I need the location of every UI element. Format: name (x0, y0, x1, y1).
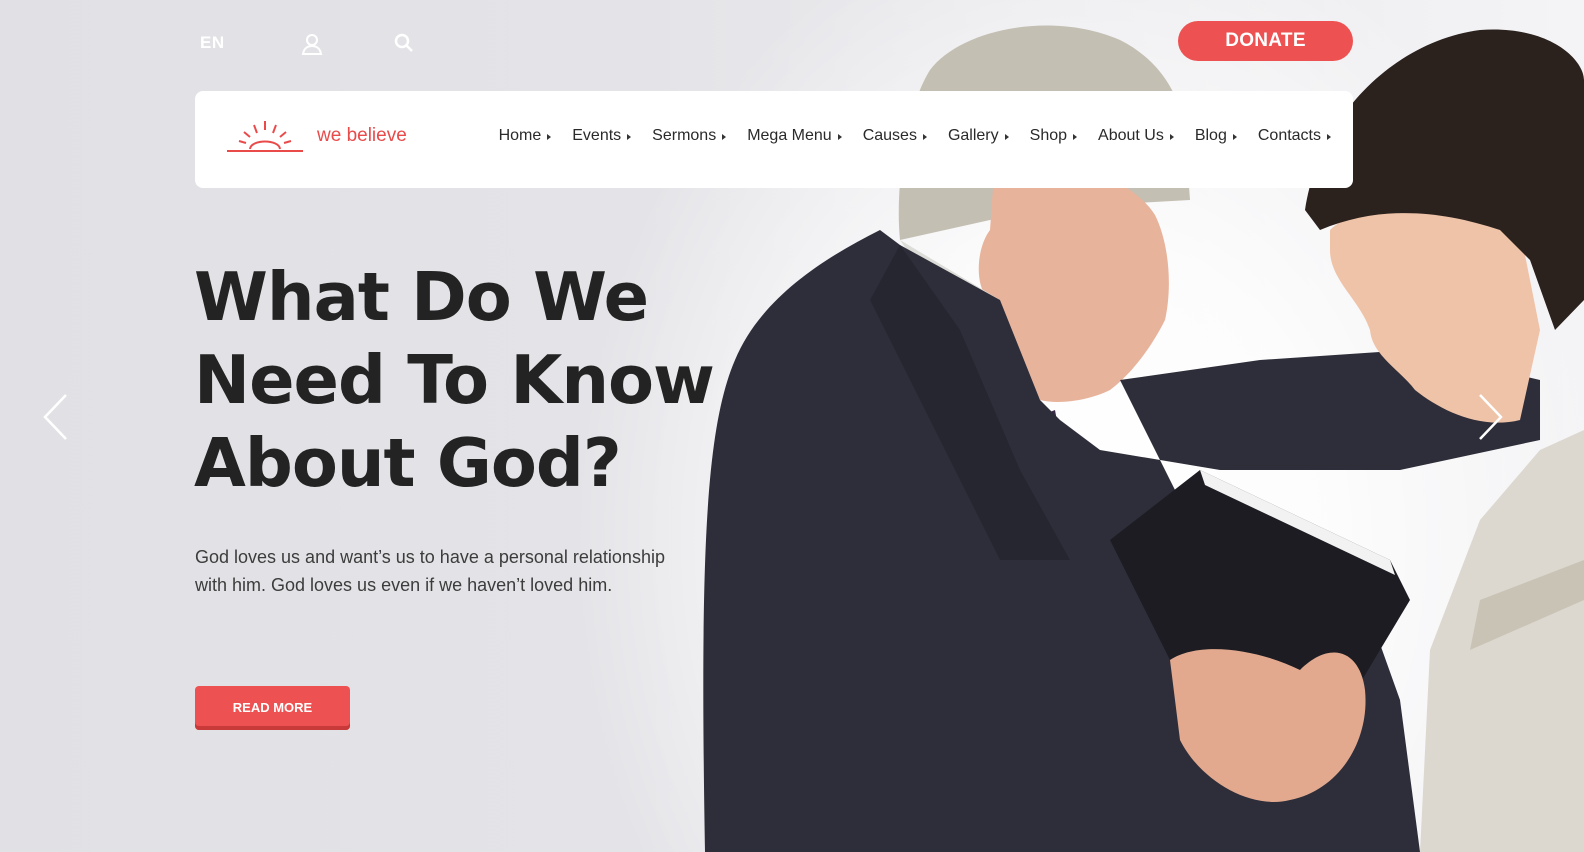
nav-item-mega-menu[interactable]: Mega Menu (747, 127, 842, 145)
nav-item-sermons[interactable]: Sermons (652, 127, 727, 145)
nav-item-blog[interactable]: Blog (1195, 127, 1237, 145)
caret-right-icon (837, 134, 842, 140)
sunrise-logo-icon (227, 121, 303, 152)
hero-title-line: About God? (194, 424, 622, 502)
nav-item-causes[interactable]: Causes (863, 127, 927, 145)
nav-label: Causes (862, 127, 917, 144)
logo-text: we believe (317, 125, 407, 146)
nav-label: Blog (1194, 127, 1227, 144)
language-selector[interactable]: EN (200, 33, 225, 53)
nav-item-events[interactable]: Events (572, 127, 632, 145)
nav-item-shop[interactable]: Shop (1029, 127, 1078, 145)
caret-right-icon (1232, 134, 1237, 140)
main-nav: Home Events Sermons Mega Menu Causes Gal… (478, 127, 1331, 145)
caret-right-icon (547, 134, 552, 140)
nav-label: Mega Menu (747, 127, 832, 144)
nav-item-gallery[interactable]: Gallery (948, 127, 1009, 145)
nav-label: Sermons (652, 127, 717, 144)
chevron-right-icon[interactable] (1476, 392, 1506, 442)
nav-label: Shop (1029, 127, 1068, 144)
hero-title: What Do We Need To Know About God? (194, 256, 754, 505)
caret-right-icon (722, 134, 727, 140)
search-icon[interactable] (393, 32, 415, 54)
nav-item-contacts[interactable]: Contacts (1258, 127, 1331, 145)
nav-label: Contacts (1257, 127, 1321, 144)
hero-title-line: Need To Know (194, 341, 715, 419)
nav-label: About Us (1098, 127, 1164, 144)
header-bar: we believe Home Events Sermons Mega Menu… (195, 91, 1353, 188)
boy-shirt (1420, 430, 1584, 852)
logo[interactable]: we believe (225, 117, 407, 155)
nav-label: Home (498, 127, 542, 144)
caret-right-icon (1169, 134, 1174, 140)
read-more-button[interactable]: READ MORE (195, 686, 350, 730)
caret-right-icon (1073, 134, 1078, 140)
caret-right-icon (922, 134, 927, 140)
caret-right-icon (1327, 134, 1331, 140)
user-icon[interactable] (300, 32, 324, 56)
nav-label: Events (572, 127, 622, 144)
caret-right-icon (1004, 134, 1009, 140)
nav-label: Gallery (947, 127, 999, 144)
hero-description: God loves us and want’s us to have a per… (195, 547, 665, 595)
hero-title-line: What Do We (194, 258, 649, 336)
caret-right-icon (627, 134, 632, 140)
donate-button[interactable]: DONATE (1178, 21, 1353, 61)
nav-item-about-us[interactable]: About Us (1098, 127, 1174, 145)
nav-item-home[interactable]: Home (499, 127, 552, 145)
chevron-left-icon[interactable] (40, 392, 70, 442)
